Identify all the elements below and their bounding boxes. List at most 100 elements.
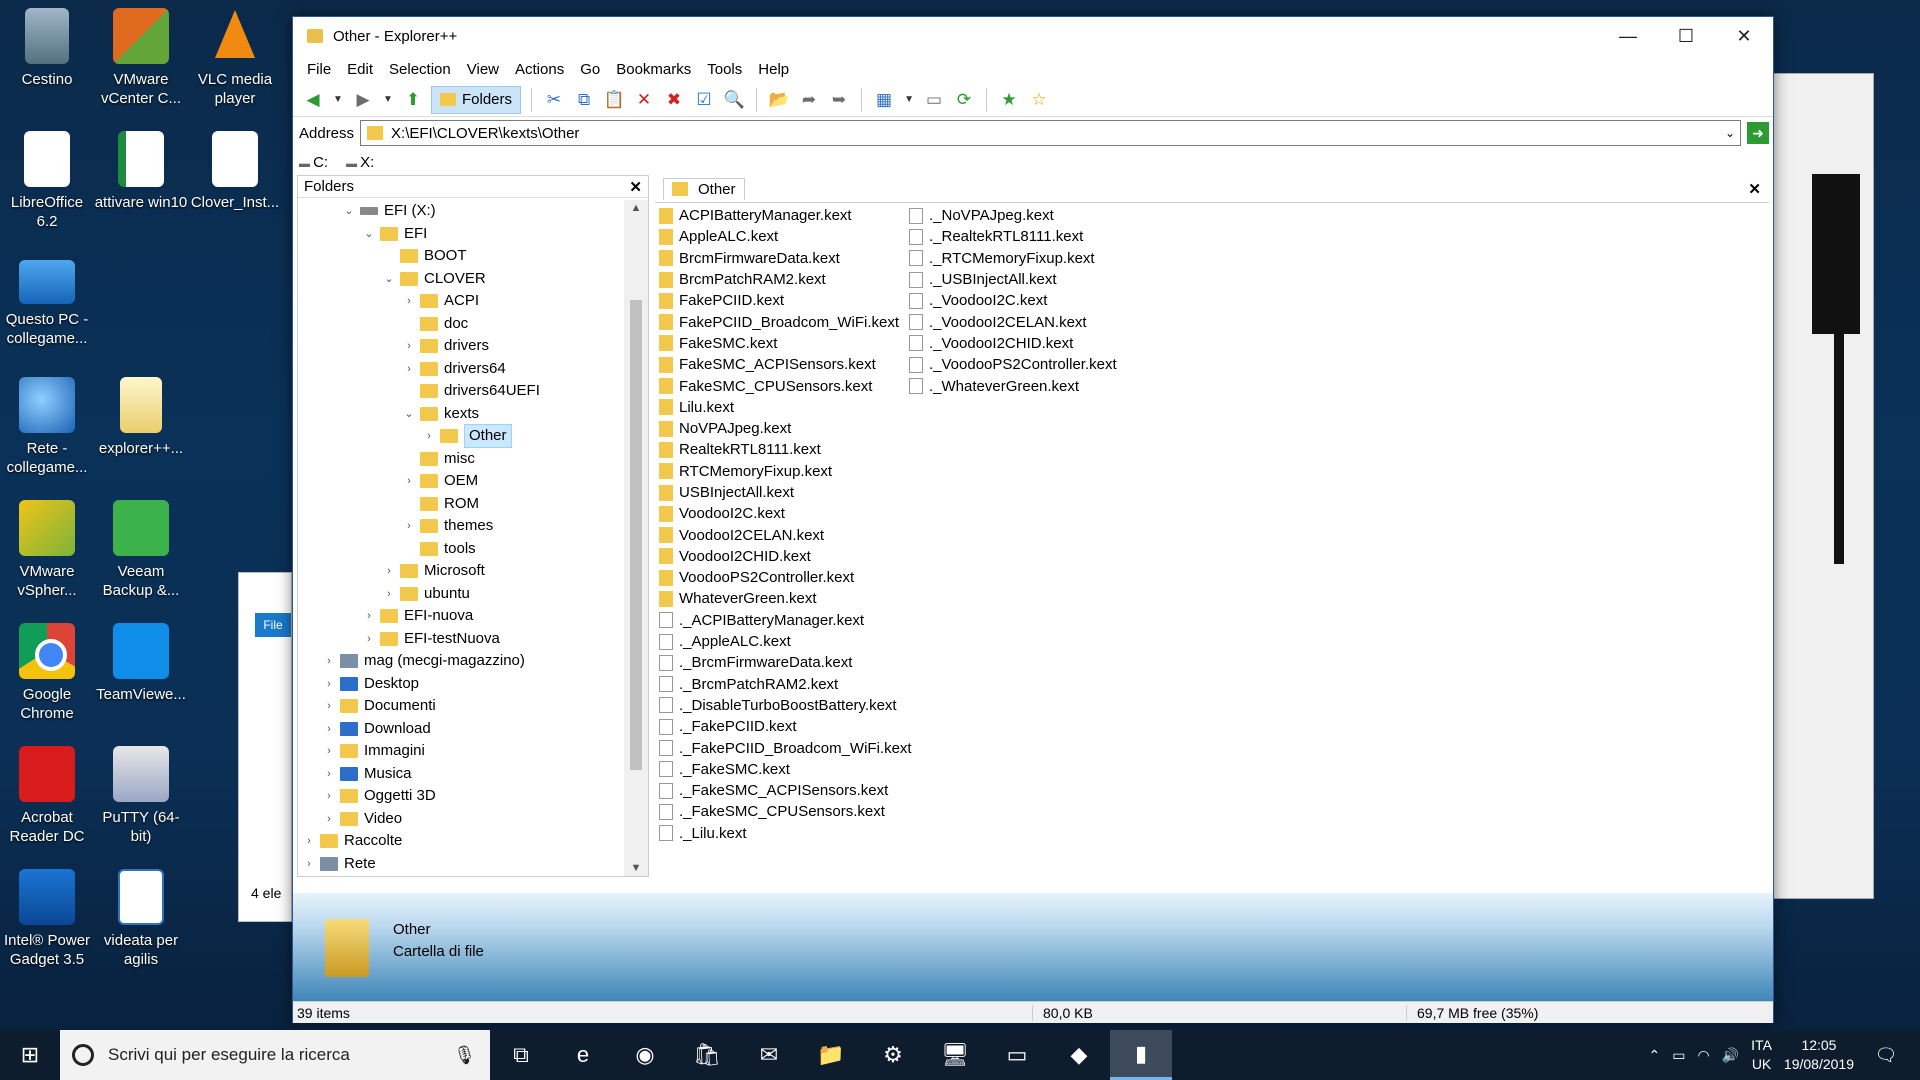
tree-node[interactable]: › Video: [322, 808, 402, 830]
file-item[interactable]: RTCMemoryFixup.kext: [655, 461, 912, 482]
show-hidden-icons-icon[interactable]: ⌃: [1649, 1047, 1661, 1064]
background-window-right[interactable]: [1773, 73, 1874, 899]
file-item[interactable]: ._DisableTurboBoostBattery.kext: [655, 695, 912, 716]
collapse-icon[interactable]: ⌄: [382, 268, 396, 290]
taskbar-search[interactable]: Scrivi qui per eseguire la ricerca 🎙: [60, 1030, 490, 1080]
expand-icon[interactable]: ›: [322, 673, 336, 695]
file-explorer-icon[interactable]: 📁: [800, 1030, 862, 1080]
file-item[interactable]: ._VoodooI2CELAN.kext: [905, 311, 1117, 332]
file-item[interactable]: ._FakeSMC.kext: [655, 759, 912, 780]
folders-pane-close-icon[interactable]: ✕: [629, 178, 642, 196]
tree-node[interactable]: ⌄ CLOVER: [382, 268, 485, 290]
expand-icon[interactable]: ›: [322, 650, 336, 672]
file-item[interactable]: ACPIBatteryManager.kext: [655, 205, 912, 226]
tree-node[interactable]: ⌄ kexts: [402, 403, 479, 425]
tree-node[interactable]: › Musica: [322, 763, 411, 785]
file-item[interactable]: ._VoodooI2C.kext: [905, 290, 1117, 311]
forward-icon[interactable]: ▶: [351, 88, 375, 112]
expand-icon[interactable]: ›: [322, 808, 336, 830]
refresh-icon[interactable]: ⟳: [952, 88, 976, 112]
tree-node[interactable]: › Oggetti 3D: [322, 785, 436, 807]
tab-close-icon[interactable]: ✕: [1748, 180, 1761, 198]
file-item[interactable]: ._RealtekRTL8111.kext: [905, 226, 1117, 247]
file-item[interactable]: FakePCIID.kext: [655, 290, 912, 311]
collapse-icon[interactable]: ⌄: [342, 200, 356, 222]
close-button[interactable]: ✕: [1715, 17, 1773, 55]
file-item[interactable]: ._AppleALC.kext: [655, 631, 912, 652]
desktop-shortcut[interactable]: Rete - collegame...: [0, 377, 94, 477]
desktop-shortcut[interactable]: VMware vSpher...: [0, 500, 94, 600]
settings-icon[interactable]: ⚙: [862, 1030, 924, 1080]
terminal-icon[interactable]: ▭: [986, 1030, 1048, 1080]
expand-icon[interactable]: ›: [302, 853, 316, 875]
desktop-shortcut[interactable]: attivare win10: [94, 131, 188, 212]
bookmarks-icon[interactable]: ☆: [1027, 88, 1051, 112]
menu-selection[interactable]: Selection: [381, 61, 459, 78]
forward-dropdown-icon[interactable]: ▼: [381, 88, 395, 112]
desktop-shortcut[interactable]: Questo PC - collegame...: [0, 254, 94, 348]
tree-node[interactable]: › drivers: [402, 335, 489, 357]
app-icon[interactable]: ◆: [1048, 1030, 1110, 1080]
file-item[interactable]: USBInjectAll.kext: [655, 482, 912, 503]
language-indicator[interactable]: ITA UK: [1751, 1036, 1772, 1074]
expand-icon[interactable]: ›: [362, 628, 376, 650]
drive-button[interactable]: X:: [346, 154, 374, 171]
tree-node[interactable]: › ubuntu: [382, 583, 470, 605]
tree-node[interactable]: › Rete: [302, 853, 376, 875]
desktop-shortcut[interactable]: Cestino: [0, 8, 94, 89]
properties-icon[interactable]: ☑: [692, 88, 716, 112]
tree-node[interactable]: › Documenti: [322, 695, 436, 717]
tree-node[interactable]: › EFI-testNuova: [362, 628, 500, 650]
command-prompt-icon[interactable]: ▭: [922, 88, 946, 112]
file-item[interactable]: VoodooI2CHID.kext: [655, 546, 912, 567]
menu-tools[interactable]: Tools: [699, 61, 750, 78]
scroll-thumb[interactable]: [630, 300, 642, 770]
file-item[interactable]: ._FakePCIID.kext: [655, 716, 912, 737]
cut-icon[interactable]: ✂: [542, 88, 566, 112]
delete-icon[interactable]: ✕: [632, 88, 656, 112]
file-item[interactable]: ._WhateverGreen.kext: [905, 375, 1117, 396]
back-icon[interactable]: ◀: [301, 88, 325, 112]
minimize-button[interactable]: —: [1599, 17, 1657, 55]
notifications-icon[interactable]: 🗨: [1866, 1045, 1906, 1066]
file-tab[interactable]: File: [255, 613, 291, 637]
expand-icon[interactable]: ›: [322, 740, 336, 762]
tree-node[interactable]: › Desktop: [322, 673, 419, 695]
menu-bookmarks[interactable]: Bookmarks: [608, 61, 699, 78]
collapse-icon[interactable]: ⌄: [402, 403, 416, 425]
title-bar[interactable]: Other - Explorer++ — ☐ ✕: [293, 17, 1773, 55]
file-item[interactable]: ._Lilu.kext: [655, 823, 912, 844]
expand-icon[interactable]: ›: [322, 785, 336, 807]
go-icon[interactable]: ➜: [1747, 122, 1769, 144]
tree-node[interactable]: ⌄ EFI: [362, 223, 427, 245]
menu-file[interactable]: File: [299, 61, 339, 78]
file-item[interactable]: ._FakePCIID_Broadcom_WiFi.kext: [655, 737, 912, 758]
tree-node[interactable]: › OEM: [402, 470, 478, 492]
add-bookmark-icon[interactable]: ★: [997, 88, 1021, 112]
tree-node[interactable]: ⌄ EFI (X:): [342, 200, 435, 222]
back-dropdown-icon[interactable]: ▼: [331, 88, 345, 112]
expand-icon[interactable]: ›: [322, 695, 336, 717]
file-item[interactable]: ._VoodooI2CHID.kext: [905, 333, 1117, 354]
expand-icon[interactable]: ›: [422, 425, 436, 447]
tree-node[interactable]: › Raccolte: [302, 830, 402, 852]
delete-permanently-icon[interactable]: ✖: [662, 88, 686, 112]
tree-node[interactable]: › EFI-nuova: [362, 605, 473, 627]
expand-icon[interactable]: ›: [382, 583, 396, 605]
desktop-shortcut[interactable]: videata per agilis: [94, 869, 188, 969]
explorerpp-taskbar-icon[interactable]: ▮: [1110, 1030, 1172, 1080]
file-item[interactable]: ._BrcmFirmwareData.kext: [655, 652, 912, 673]
store-icon[interactable]: 🛍: [676, 1030, 738, 1080]
expand-icon[interactable]: ›: [402, 470, 416, 492]
tree-node[interactable]: drivers64UEFI: [402, 380, 540, 402]
clock[interactable]: 12:05 19/08/2019: [1784, 1036, 1854, 1074]
desktop-shortcut[interactable]: PuTTY (64-bit): [94, 746, 188, 846]
mail-icon[interactable]: ✉: [738, 1030, 800, 1080]
remote-desktop-icon[interactable]: 🖥: [924, 1030, 986, 1080]
file-item[interactable]: FakeSMC_CPUSensors.kext: [655, 375, 912, 396]
file-item[interactable]: ._VoodooPS2Controller.kext: [905, 354, 1117, 375]
tree-node[interactable]: › Other: [422, 424, 512, 448]
tree-node[interactable]: › mag (mecgi-magazzino): [322, 650, 525, 672]
desktop-shortcut[interactable]: Google Chrome: [0, 623, 94, 723]
expand-icon[interactable]: ›: [302, 830, 316, 852]
